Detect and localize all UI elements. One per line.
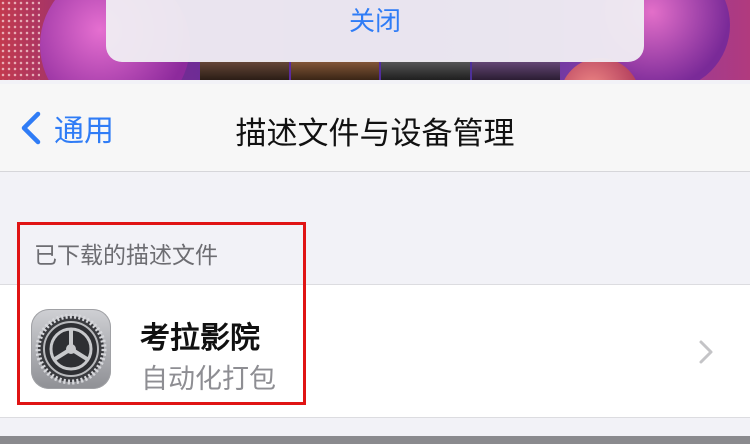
- photo-thumbnail: [290, 60, 379, 80]
- highlight-box: [17, 222, 306, 405]
- wallpaper-photos: [200, 60, 560, 80]
- photo-thumbnail: [200, 60, 289, 80]
- wallpaper-dots: [0, 0, 40, 80]
- page-title: 描述文件与设备管理: [235, 116, 515, 152]
- bottom-divider: [0, 436, 750, 444]
- photo-thumbnail: [381, 60, 470, 80]
- navigation-bar: 通用 描述文件与设备管理: [0, 84, 750, 172]
- photo-thumbnail: [471, 60, 560, 80]
- close-button-label: 关闭: [348, 7, 401, 37]
- close-button[interactable]: 关闭: [106, 0, 644, 62]
- chevron-right-icon: [699, 340, 713, 364]
